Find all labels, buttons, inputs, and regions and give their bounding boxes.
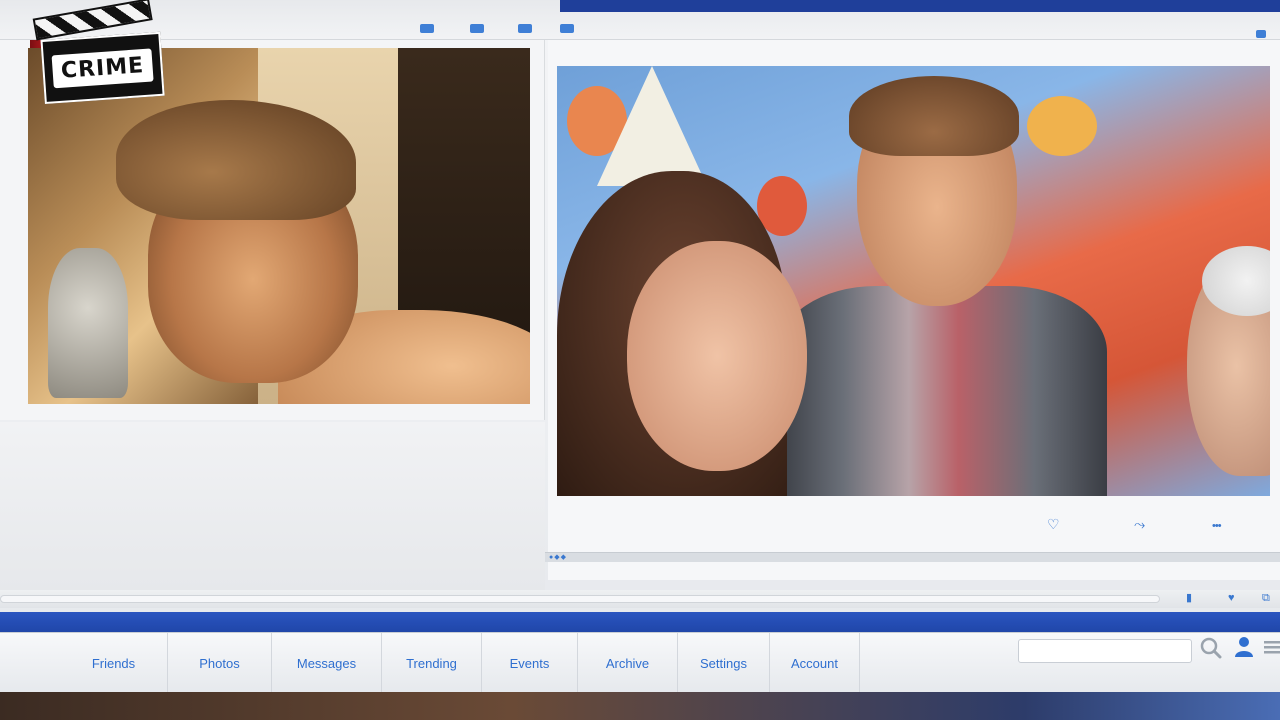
media-progress-bar[interactable]: ●◆◆	[545, 552, 1280, 562]
nav-item-label: Settings	[700, 655, 747, 671]
progress-indicator-icon: ●◆◆	[549, 554, 567, 561]
photo-man-body	[777, 286, 1107, 496]
grid-view-icon[interactable]	[470, 24, 484, 33]
nav-item-account[interactable]: Account	[770, 633, 860, 693]
search-input[interactable]	[1018, 639, 1192, 663]
nav-item-photos[interactable]: Photos	[168, 633, 272, 693]
menu-icon[interactable]	[1264, 639, 1280, 655]
logo-text: CRIME	[51, 47, 154, 88]
heart-icon[interactable]: ♡	[1047, 517, 1060, 531]
scrollbar-thumb[interactable]	[0, 595, 1160, 603]
nav-item-label: Trending	[406, 655, 457, 671]
nav-item-label: Account	[791, 655, 838, 671]
more-icon[interactable]: •••	[1212, 519, 1222, 533]
corner-icon[interactable]	[1256, 30, 1266, 38]
nav-item-label: Photos	[199, 655, 240, 671]
nav-item-label: Friends	[91, 655, 136, 671]
horizontal-scrollbar[interactable]: ▮ ♥ ⧉	[0, 590, 1280, 608]
nav-item-label: Messages	[296, 655, 357, 671]
app-window: ♡ ⤳ ••• ●◆◆ ▮ ♥ ⧉ Friends Photos Message…	[0, 0, 1280, 720]
clapper-body: CRIME	[40, 31, 165, 105]
photo-party-hat	[597, 66, 707, 186]
photo-balloon	[1027, 96, 1097, 156]
nav-item-archive[interactable]: Archive	[578, 633, 678, 693]
right-post-photo[interactable]	[557, 66, 1270, 496]
window-icon[interactable]	[420, 24, 434, 33]
bookmark-icon[interactable]: ▮	[1186, 592, 1192, 604]
crime-logo: CRIME	[32, 0, 167, 111]
photo-hair	[116, 100, 356, 220]
nav-item-trending[interactable]: Trending	[382, 633, 482, 693]
nav-item-messages[interactable]: Messages	[272, 633, 382, 693]
photo-man-hair	[849, 76, 1019, 156]
bottom-navigation: Friends Photos Messages Trending Events …	[0, 632, 1280, 693]
nav-item-friends[interactable]: Friends	[60, 633, 168, 693]
heart-small-icon[interactable]: ♥	[1228, 592, 1235, 604]
nav-item-label: Events	[509, 655, 550, 671]
share-icon[interactable]: ⤳	[1134, 517, 1145, 531]
user-icon[interactable]	[1233, 635, 1255, 659]
bottom-background	[0, 692, 1280, 720]
top-accent-band	[560, 0, 1280, 12]
search-icon[interactable]	[1200, 637, 1222, 659]
photo-woman-face	[627, 241, 807, 471]
nav-item-settings[interactable]: Settings	[678, 633, 770, 693]
copy-icon[interactable]: ⧉	[1262, 592, 1270, 604]
list-view-icon[interactable]	[518, 24, 532, 33]
nav-item-label: Archive	[605, 655, 650, 671]
left-caption-area	[0, 422, 545, 592]
nav-item-events[interactable]: Events	[482, 633, 578, 693]
top-toolbar	[0, 0, 1280, 40]
photo-statue	[48, 248, 128, 398]
video-icon[interactable]	[560, 24, 574, 33]
